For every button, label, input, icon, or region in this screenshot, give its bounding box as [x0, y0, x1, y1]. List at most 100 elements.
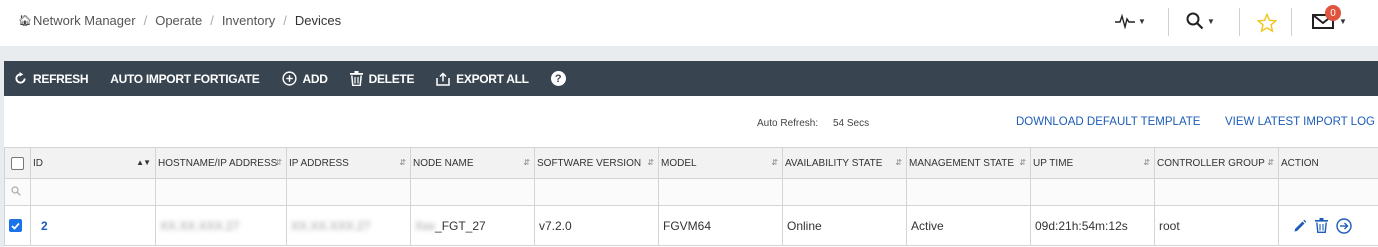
content-background [0, 46, 1378, 61]
cell-model: FGVM64 [658, 205, 783, 246]
table-header-row: ID ▲▼ HOSTNAME/IP ADDRESS ⇵ IP ADDRESS ⇵ NO… [4, 147, 1378, 179]
filter-management-input[interactable] [906, 178, 1031, 206]
sort-icon: ⇵ [1019, 158, 1026, 167]
view-latest-import-log-link[interactable]: VIEW LATEST IMPORT LOG [1225, 116, 1375, 128]
select-all-header [4, 147, 31, 179]
column-header-availability-state[interactable]: AVAILABILITY STATE ⇵ [782, 147, 907, 179]
home-icon[interactable]: 🏠︎ [18, 14, 32, 27]
cell-controller-group: root [1154, 205, 1279, 246]
filter-availability-input[interactable] [782, 178, 907, 206]
export-icon [436, 71, 450, 86]
sort-icon: ⇵ [1143, 158, 1150, 167]
table-row[interactable]: 2 XX.XX.XXX.27 XX.XX.XXX.27 Xxx_FGT_27 v… [4, 205, 1378, 246]
row-checkbox[interactable] [9, 219, 22, 232]
filter-ip-input[interactable] [286, 178, 411, 206]
sort-icon: ⇵ [275, 158, 282, 167]
hostname-value: XX.XX.XXX.27 [160, 218, 240, 233]
filter-up-time-input[interactable] [1030, 178, 1155, 206]
row-actions [1283, 217, 1378, 234]
trash-icon [349, 71, 363, 86]
device-id-link[interactable]: 2 [41, 219, 48, 233]
node-name-suffix: _FGT_27 [435, 218, 486, 233]
chevron-down-icon: ▼ [1339, 16, 1347, 26]
cell-availability-state: Online [782, 205, 907, 246]
refresh-button[interactable]: REFRESH [14, 71, 89, 86]
column-header-up-time[interactable]: UP TIME ⇵ [1030, 147, 1155, 179]
chevron-down-icon: ▼ [1138, 16, 1146, 26]
arrow-right-circle-icon[interactable] [1336, 217, 1352, 234]
column-header-hostname[interactable]: HOSTNAME/IP ADDRESS ⇵ [155, 147, 287, 179]
filter-action-cell [1278, 178, 1378, 206]
delete-button[interactable]: DELETE [349, 71, 414, 86]
sort-icon: ⇵ [399, 158, 406, 167]
breadcrumb-separator: / [143, 13, 148, 28]
filter-row [4, 178, 1378, 206]
auto-refresh-value: 54 Secs [832, 118, 870, 129]
sort-icon: ⇵ [647, 158, 654, 167]
search-menu[interactable]: ▼ [1186, 8, 1215, 34]
auto-refresh-label: Auto Refresh: [757, 118, 819, 129]
activity-pulse-icon [1115, 13, 1135, 29]
breadcrumb-operate[interactable]: Operate [155, 13, 202, 28]
filter-software-version-input[interactable] [534, 178, 659, 206]
sort-icon: ⇵ [895, 158, 902, 167]
breadcrumb-separator: / [210, 13, 214, 28]
add-button[interactable]: ADD [281, 71, 328, 86]
column-label: NODE NAME [413, 157, 474, 169]
favorites-button[interactable] [1257, 10, 1277, 36]
search-icon [11, 186, 21, 196]
search-icon [1186, 12, 1204, 30]
activity-menu[interactable]: ▼ [1115, 8, 1146, 34]
filter-model-input[interactable] [658, 178, 783, 206]
column-header-node-name[interactable]: NODE NAME ⇵ [410, 147, 535, 179]
plus-circle-icon [281, 71, 297, 86]
help-icon[interactable]: ? [550, 71, 566, 86]
delete-trash-icon[interactable] [1315, 218, 1328, 233]
column-header-ip-address[interactable]: IP ADDRESS ⇵ [286, 147, 411, 179]
auto-import-fortigate-button[interactable]: AUTO IMPORT FORTIGATE [110, 71, 260, 86]
column-header-id[interactable]: ID ▲▼ [30, 147, 156, 179]
cell-action [1278, 205, 1378, 246]
column-header-controller-group[interactable]: CONTROLLER GROUP ⇵ [1154, 147, 1279, 179]
auto-refresh: Auto Refresh: 54 Secs [757, 118, 869, 129]
column-label: SOFTWARE VERSION [537, 157, 642, 169]
sort-icon: ⇵ [771, 158, 778, 167]
column-label: HOSTNAME/IP ADDRESS [158, 157, 278, 169]
filter-controller-group-input[interactable] [1154, 178, 1279, 206]
export-all-button[interactable]: EXPORT ALL [436, 72, 529, 86]
filter-id-input[interactable] [30, 178, 156, 206]
checkmark-icon [11, 222, 20, 230]
divider [1168, 8, 1169, 36]
column-label: MODEL [661, 157, 697, 169]
breadcrumb-separator: / [283, 13, 287, 28]
column-label: ID [33, 157, 43, 169]
edit-pencil-icon[interactable] [1293, 219, 1307, 233]
filter-hostname-input[interactable] [155, 178, 287, 206]
divider [1239, 8, 1240, 36]
column-header-software-version[interactable]: SOFTWARE VERSION ⇵ [534, 147, 659, 179]
cell-hostname: XX.XX.XXX.27 [155, 205, 287, 246]
column-label: UP TIME [1033, 157, 1074, 169]
notification-badge: 0 [1325, 5, 1341, 21]
select-all-checkbox[interactable] [11, 156, 24, 170]
cell-id: 2 [30, 205, 156, 246]
auto-import-label: AUTO IMPORT FORTIGATE [110, 71, 260, 86]
column-label: IP ADDRESS [289, 157, 349, 169]
refresh-label: REFRESH [33, 71, 89, 86]
column-header-management-state[interactable]: MANAGEMENT STATE ⇵ [906, 147, 1031, 179]
sort-icon: ▲▼ [136, 158, 151, 167]
column-label: AVAILABILITY STATE [785, 157, 883, 169]
column-header-model[interactable]: MODEL ⇵ [658, 147, 783, 179]
column-label: ACTION [1281, 157, 1319, 169]
breadcrumb-network-manager[interactable]: Network Manager [33, 13, 136, 28]
toolbar: REFRESH AUTO IMPORT FORTIGATE ADD DELETE… [4, 61, 1378, 96]
filter-node-name-input[interactable] [410, 178, 535, 206]
export-all-label: EXPORT ALL [456, 71, 529, 86]
download-default-template-link[interactable]: DOWNLOAD DEFAULT TEMPLATE [1016, 116, 1200, 128]
column-header-action: ACTION [1278, 147, 1378, 179]
breadcrumb: 🏠︎ Network Manager / Operate / Inventory… [18, 13, 341, 28]
messages-menu[interactable]: 0 ▼ [1312, 5, 1347, 34]
breadcrumb-inventory[interactable]: Inventory [222, 13, 275, 28]
ip-address-value: XX.XX.XXX.27 [291, 218, 371, 233]
node-name-prefix: Xxx [415, 218, 436, 233]
